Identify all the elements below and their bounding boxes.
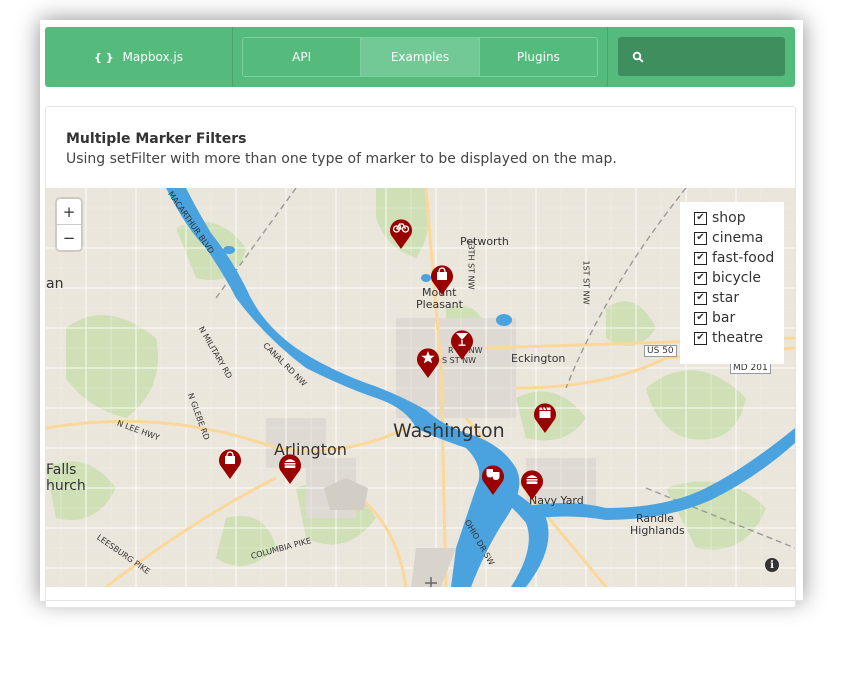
zoom-in-button[interactable]: +: [57, 199, 81, 225]
marker-shop-2[interactable]: [217, 446, 243, 480]
label-church: hurch: [46, 478, 86, 494]
zoom-out-button[interactable]: −: [57, 225, 81, 250]
label-highlands: Highlands: [630, 524, 685, 537]
label-13th-st: 13TH ST NW: [466, 239, 476, 290]
marker-cinema[interactable]: [532, 400, 558, 434]
top-nav-bar: { } Mapbox.js API Examples Plugins: [45, 27, 795, 87]
filter-label: star: [712, 290, 740, 306]
card-bottom-divider: [45, 600, 803, 601]
checkbox-checked-icon[interactable]: ✔: [694, 211, 707, 225]
label-eckington: Eckington: [511, 352, 566, 365]
checkbox-checked-icon[interactable]: ✔: [694, 231, 707, 245]
attribution-info-icon[interactable]: i: [765, 558, 779, 572]
tab-examples[interactable]: Examples: [361, 38, 480, 76]
filter-label: shop: [712, 210, 746, 226]
search-icon: [632, 51, 644, 63]
filter-bicycle[interactable]: ✔ bicycle: [680, 268, 784, 288]
marker-bicycle[interactable]: [388, 216, 414, 250]
map-container[interactable]: Washington Arlington Petworth Mount Plea…: [46, 188, 795, 587]
label-us50: US 50: [644, 345, 677, 357]
clapperboard-icon: [539, 407, 551, 418]
checkbox-checked-icon[interactable]: ✔: [694, 331, 707, 345]
label-pleasant: Pleasant: [416, 298, 463, 311]
filter-fast-food[interactable]: ✔ fast-food: [680, 248, 784, 268]
brackets-icon: { }: [94, 50, 114, 64]
search-box[interactable]: [618, 37, 785, 76]
filter-bar[interactable]: ✔ bar: [680, 308, 784, 328]
label-an: an: [46, 276, 64, 292]
zoom-control: + −: [57, 199, 81, 250]
filter-theatre[interactable]: ✔ theatre: [680, 328, 784, 348]
filter-shop[interactable]: ✔ shop: [680, 208, 784, 228]
example-title: Multiple Marker Filters: [66, 131, 247, 147]
brand-link[interactable]: { } Mapbox.js: [45, 27, 233, 87]
marker-filter-panel: ✔ shop ✔ cinema ✔ fast-food ✔ bicycle ✔ star …: [680, 202, 784, 364]
marker-shop[interactable]: [429, 262, 455, 296]
brand-label: Mapbox.js: [122, 50, 183, 64]
marker-bar[interactable]: [449, 327, 475, 361]
filter-star[interactable]: ✔ star: [680, 288, 784, 308]
checkbox-checked-icon[interactable]: ✔: [694, 251, 707, 265]
checkbox-checked-icon[interactable]: ✔: [694, 271, 707, 285]
filter-label: cinema: [712, 230, 764, 246]
search-input[interactable]: [650, 48, 774, 65]
tab-plugins[interactable]: Plugins: [480, 38, 597, 76]
filter-label: bicycle: [712, 270, 761, 286]
nav-divider: [607, 27, 608, 87]
filter-cinema[interactable]: ✔ cinema: [680, 228, 784, 248]
marker-fast-food[interactable]: [277, 451, 303, 485]
marker-fast-food-2[interactable]: [519, 467, 545, 501]
filter-label: fast-food: [712, 250, 775, 266]
tab-api[interactable]: API: [243, 38, 362, 76]
label-1st-st: 1ST ST NW: [581, 260, 591, 305]
checkbox-checked-icon[interactable]: ✔: [694, 311, 707, 325]
checkbox-checked-icon[interactable]: ✔: [694, 291, 707, 305]
filter-label: theatre: [712, 330, 764, 346]
filter-label: bar: [712, 310, 736, 326]
marker-star[interactable]: [415, 345, 441, 379]
label-falls: Falls: [46, 462, 77, 478]
example-description: Using setFilter with more than one type …: [66, 151, 617, 167]
marker-theatre[interactable]: [480, 462, 506, 496]
nav-tabs: API Examples Plugins: [242, 37, 598, 77]
label-washington: Washington: [393, 420, 505, 442]
